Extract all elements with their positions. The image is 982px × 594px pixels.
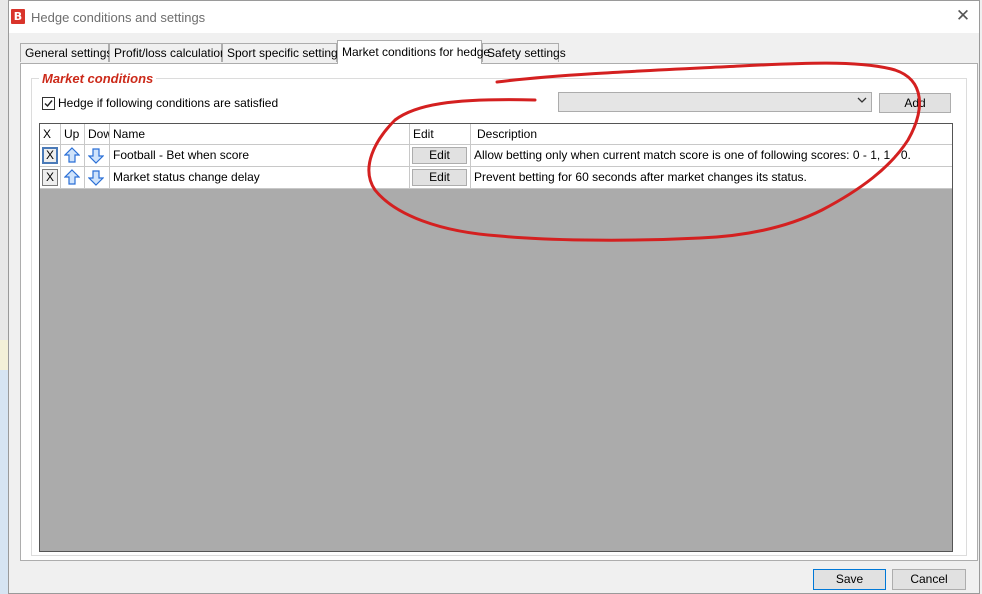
column-header-x: X — [40, 124, 61, 144]
condition-name: Market status change delay — [110, 167, 410, 188]
row-delete-cell: X — [40, 145, 61, 166]
background-band — [0, 370, 8, 594]
save-button[interactable]: Save — [813, 569, 886, 590]
row-edit-cell: Edit — [410, 167, 471, 188]
conditions-grid: X Up Down Name Edit Description X — [39, 123, 953, 552]
arrow-up-icon[interactable] — [64, 147, 80, 164]
condition-type-select[interactable] — [558, 92, 872, 112]
window-title: Hedge conditions and settings — [31, 10, 206, 25]
column-header-up: Up — [61, 124, 85, 144]
table-row[interactable]: X Football - Bet when score Edit Allow b… — [40, 145, 952, 167]
chevron-down-icon — [857, 95, 867, 108]
add-condition-button[interactable]: Add — [879, 93, 951, 113]
edit-condition-button[interactable]: Edit — [412, 147, 467, 164]
tab-market-conditions-for-hedge[interactable]: Market conditions for hedge — [337, 40, 490, 64]
condition-description: Allow betting only when current match sc… — [474, 148, 911, 162]
cancel-button[interactable]: Cancel — [892, 569, 966, 590]
edit-condition-button[interactable]: Edit — [412, 169, 467, 186]
tab-profit-loss-calculation[interactable]: Profit/loss calculation — [109, 43, 227, 62]
app-logo-icon: B — [11, 9, 25, 24]
condition-description: Prevent betting for 60 seconds after mar… — [474, 170, 807, 184]
tab-safety-settings[interactable]: Safety settings — [482, 43, 566, 62]
background-app-strip — [0, 0, 8, 594]
title-bar: B Hedge conditions and settings ✕ — [9, 1, 979, 33]
dialog-window: B Hedge conditions and settings ✕ Genera… — [8, 0, 980, 594]
tab-sport-specific-settings[interactable]: Sport specific settings — [222, 43, 344, 62]
delete-condition-button[interactable]: X — [42, 169, 58, 186]
column-header-edit: Edit — [410, 124, 471, 144]
checkmark-icon — [44, 100, 53, 108]
column-header-description: Description — [477, 127, 538, 141]
arrow-down-icon[interactable] — [88, 169, 104, 186]
delete-condition-button[interactable]: X — [42, 147, 58, 164]
group-title: Market conditions — [39, 71, 157, 86]
grid-header-row: X Up Down Name Edit Description — [40, 124, 952, 145]
column-header-name: Name — [110, 124, 410, 144]
background-band — [0, 340, 8, 370]
table-row[interactable]: X Market status change delay Edit Preven… — [40, 167, 952, 189]
column-header-down: Down — [85, 124, 110, 144]
hedge-condition-label: Hedge if following conditions are satisf… — [58, 96, 279, 110]
row-down-cell — [85, 167, 110, 188]
arrow-down-icon[interactable] — [88, 147, 104, 164]
hedge-condition-checkbox[interactable] — [42, 97, 55, 110]
row-delete-cell: X — [40, 167, 61, 188]
condition-name: Football - Bet when score — [110, 145, 410, 166]
row-up-cell — [61, 145, 85, 166]
close-icon[interactable]: ✕ — [955, 7, 971, 25]
arrow-up-icon[interactable] — [64, 169, 80, 186]
row-edit-cell: Edit — [410, 145, 471, 166]
tab-panel-market-conditions: Market conditions Hedge if following con… — [20, 63, 978, 561]
row-up-cell — [61, 167, 85, 188]
tab-general-settings[interactable]: General settings — [20, 43, 112, 62]
row-down-cell — [85, 145, 110, 166]
